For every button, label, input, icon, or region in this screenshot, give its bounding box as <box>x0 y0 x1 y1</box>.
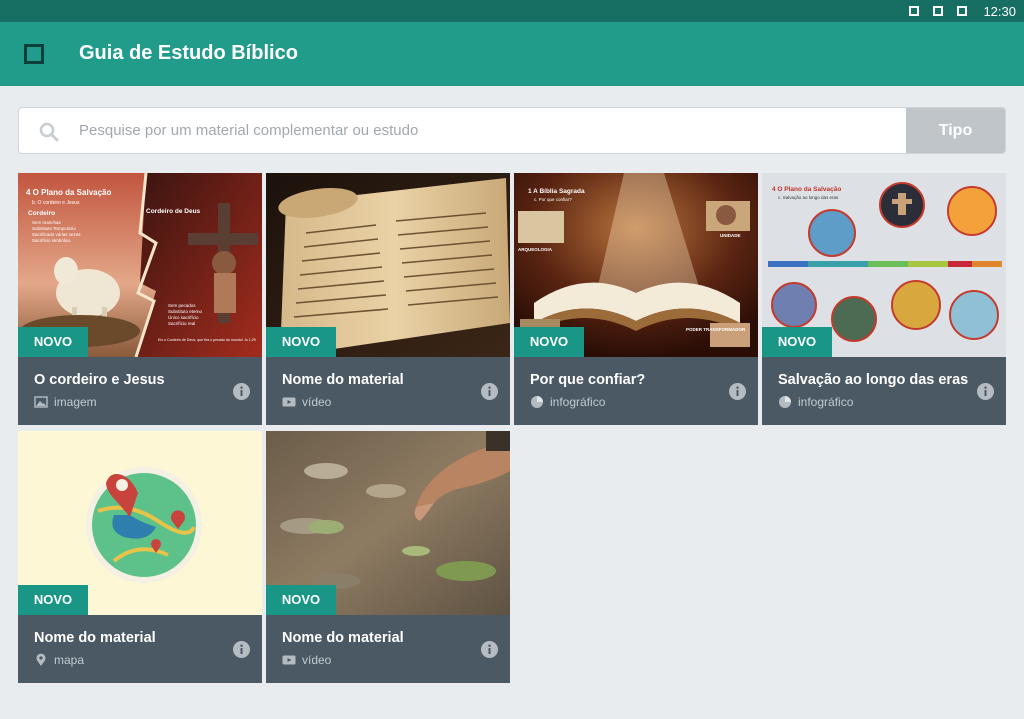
lamb-thumb-subtitle: b. O cordeiro e Jesus <box>32 200 80 206</box>
bible-thumb-title: 1 A Bíblia Sagrada <box>528 188 585 195</box>
material-card[interactable]: 4 O Plano da Salvação b. O cordeiro e Je… <box>18 173 262 425</box>
material-card[interactable]: 4 O Plano da Salvação c. Salvação ao lon… <box>762 173 1006 425</box>
new-badge: NOVO <box>18 327 88 357</box>
lamb-god-column-heading: Cordeiro de Deus <box>146 208 201 215</box>
bible-thumb-label: ARQUEOLOGIA <box>518 247 553 252</box>
card-title: O cordeiro e Jesus <box>34 372 165 388</box>
card-title: Nome do material <box>282 630 404 646</box>
lamb-god-column-item: Sem pecados <box>168 303 196 308</box>
card-type: infográfico <box>530 394 605 410</box>
card-type-label: vídeo <box>302 395 332 409</box>
app-bar: Guia de Estudo Bíblico <box>0 22 1024 86</box>
card-title: Por que confiar? <box>530 372 646 388</box>
card-type: vídeo <box>282 652 331 668</box>
card-type: vídeo <box>282 394 331 410</box>
lamb-god-column-item: Substituto eterno <box>168 309 203 314</box>
card-type-label: vídeo <box>302 653 332 667</box>
lamb-column-item: Sacrifício simbólico <box>32 238 71 243</box>
card-type: mapa <box>34 652 84 668</box>
map-pin-icon <box>36 653 46 666</box>
new-badge: NOVO <box>514 327 584 357</box>
search-bar: Tipo <box>18 107 1006 154</box>
status-bar: 12:30 <box>0 0 1024 22</box>
card-type: infográfico <box>778 394 853 410</box>
card-type-label: mapa <box>54 653 85 667</box>
new-badge: NOVO <box>266 327 336 357</box>
status-time: 12:30 <box>983 3 1016 19</box>
card-type-label: imagem <box>54 395 97 409</box>
card-title: Nome do material <box>34 630 156 646</box>
info-icon[interactable] <box>977 383 994 400</box>
type-filter-button[interactable]: Tipo <box>906 108 1005 153</box>
info-icon[interactable] <box>233 383 250 400</box>
lamb-column-item: Substituto Temporário <box>32 226 76 231</box>
lamb-god-column-item: Único sacrifício <box>168 314 199 320</box>
material-card[interactable]: 1 A Bíblia Sagrada c. Por que confiar? A… <box>514 173 758 425</box>
info-icon[interactable] <box>481 383 498 400</box>
notification-icon <box>909 6 920 16</box>
lamb-thumb-quote: Eis o Cordeiro de Deus, que tira o pecad… <box>158 338 256 342</box>
search-input[interactable] <box>79 108 905 153</box>
card-type-label: infográfico <box>798 395 854 409</box>
video-icon <box>282 655 296 665</box>
menu-icon[interactable] <box>24 44 44 64</box>
bible-thumb-subtitle: c. Por que confiar? <box>534 197 572 202</box>
bible-thumb-label: UNIDADE <box>720 233 741 238</box>
card-type: imagem <box>34 394 97 410</box>
lamb-column-item: Sem manchas <box>32 220 62 225</box>
eras-thumb-title: 4 O Plano da Salvação <box>772 186 841 193</box>
material-card[interactable]: NOVO Nome do material vídeo <box>266 173 510 425</box>
card-type-label: infográfico <box>550 395 606 409</box>
info-icon[interactable] <box>729 383 746 400</box>
new-badge: NOVO <box>266 585 336 615</box>
search-icon <box>39 122 59 142</box>
card-title: Salvação ao longo das eras <box>778 372 969 388</box>
lamb-column-heading: Cordeiro <box>28 210 55 217</box>
new-badge: NOVO <box>18 585 88 615</box>
video-icon <box>282 397 296 407</box>
card-title: Nome do material <box>282 372 404 388</box>
app-title: Guia de Estudo Bíblico <box>79 42 298 64</box>
new-badge: NOVO <box>762 327 832 357</box>
lamb-thumb-title: 4 O Plano da Salvação <box>26 188 111 197</box>
lamb-column-item: Sacrificado várias vezes <box>32 232 81 237</box>
lamb-god-column-item: Sacrifício real <box>168 321 195 326</box>
pie-chart-icon <box>531 396 543 408</box>
image-icon <box>34 396 48 408</box>
pie-chart-icon <box>779 396 791 408</box>
status-icons: 12:30 <box>909 0 1016 22</box>
material-card[interactable]: NOVO Nome do material mapa <box>18 431 262 683</box>
notification-icon <box>933 6 944 16</box>
eras-thumb-subtitle: c. Salvação ao longo das eras <box>778 195 839 200</box>
info-icon[interactable] <box>233 641 250 658</box>
info-icon[interactable] <box>481 641 498 658</box>
bible-thumb-label: PODER TRANSFORMADOR <box>686 327 746 332</box>
material-card[interactable]: NOVO Nome do material vídeo <box>266 431 510 683</box>
notification-icon <box>957 6 968 16</box>
